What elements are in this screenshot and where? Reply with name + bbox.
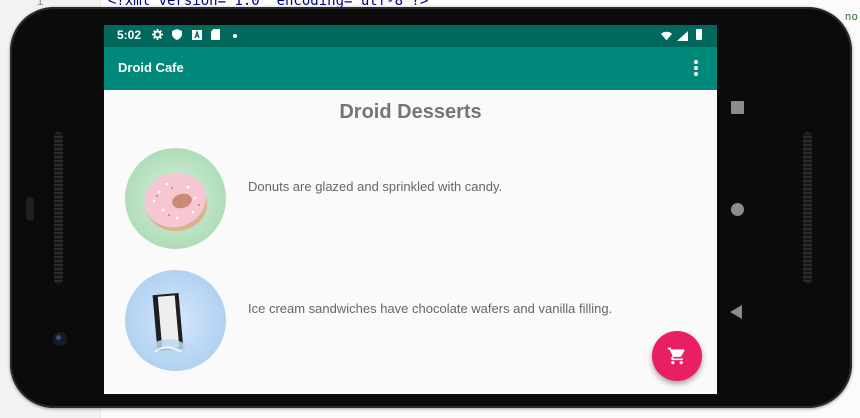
shield-icon [171,29,182,40]
wifi-icon [661,30,672,41]
device-screen: 5:02 Droid Cafe Droid Desserts Donuts ar… [104,25,717,394]
status-bar: 5:02 [104,25,717,47]
app-bar: Droid Cafe [104,47,717,90]
recents-button[interactable] [731,101,744,114]
signal-icon [677,30,688,41]
speaker-grille-right [803,132,812,284]
speaker-grille-left [54,132,63,284]
phone-frame: 5:02 Droid Cafe Droid Desserts Donuts ar… [10,7,852,408]
front-camera-icon [53,332,67,346]
back-button[interactable] [730,305,742,319]
donut-description[interactable]: Donuts are glazed and sprinkled with can… [248,179,502,194]
shopping-cart-icon [667,347,685,365]
donut-image[interactable] [125,148,226,249]
gear-icon [152,29,163,40]
ice-cream-sandwich-image[interactable] [125,270,226,371]
more-vert-icon[interactable] [694,60,698,76]
ice-cream-sandwich-description[interactable]: Ice cream sandwiches have chocolate wafe… [248,301,612,316]
battery-icon [696,29,702,40]
a-icon [191,29,202,40]
page-heading: Droid Desserts [339,101,482,123]
status-time: 5:02 [117,28,142,42]
proximity-sensor [26,197,34,221]
home-button[interactable] [731,203,744,216]
shopping-cart-button[interactable] [652,331,702,381]
notification-dot-icon [233,34,237,38]
sd-card-icon [210,29,221,40]
app-title: Droid Cafe [118,60,184,75]
code-fragment: no [844,10,858,23]
